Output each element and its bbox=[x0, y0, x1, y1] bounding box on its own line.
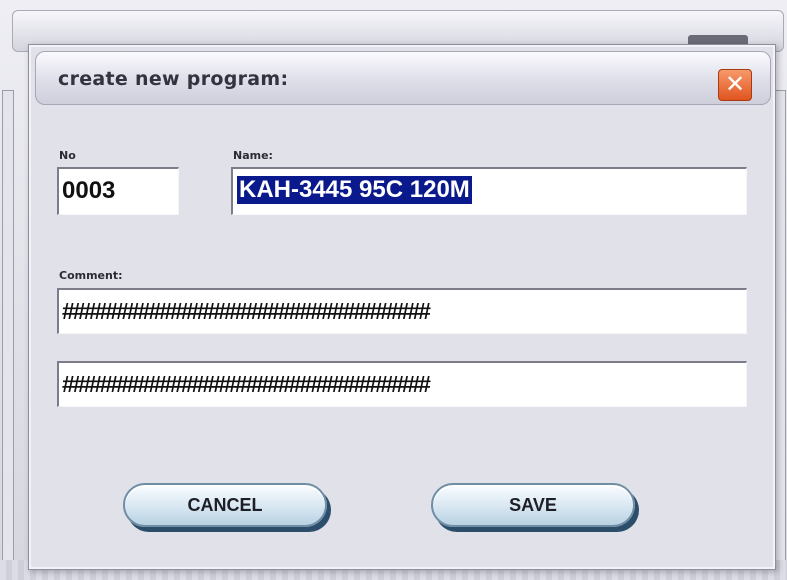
comment-label: Comment: bbox=[59, 269, 123, 282]
no-value: 0003 bbox=[62, 177, 116, 204]
save-button[interactable]: SAVE bbox=[431, 483, 635, 527]
cancel-button[interactable]: CANCEL bbox=[123, 483, 327, 527]
dialog-titlebar: create new program: ✕ bbox=[35, 51, 771, 105]
no-label: No bbox=[59, 149, 76, 162]
dialog-title: create new program: bbox=[58, 68, 289, 90]
comment-field-line-1[interactable]: ################################## bbox=[57, 288, 747, 334]
comment-field-line-2[interactable]: ################################## bbox=[57, 361, 747, 407]
name-field[interactable]: KAH-3445 95C 120M bbox=[231, 167, 747, 215]
comment-line-1-value: ################################## bbox=[62, 298, 431, 324]
name-value-selected: KAH-3445 95C 120M bbox=[237, 176, 472, 204]
name-label: Name: bbox=[233, 149, 273, 162]
background-left-panel bbox=[2, 90, 14, 562]
create-program-dialog: create new program: ✕ No 0003 Name: KAH-… bbox=[28, 44, 776, 570]
close-icon[interactable]: ✕ bbox=[718, 69, 752, 101]
no-field[interactable]: 0003 bbox=[57, 167, 179, 215]
comment-line-2-value: ################################## bbox=[62, 371, 431, 397]
